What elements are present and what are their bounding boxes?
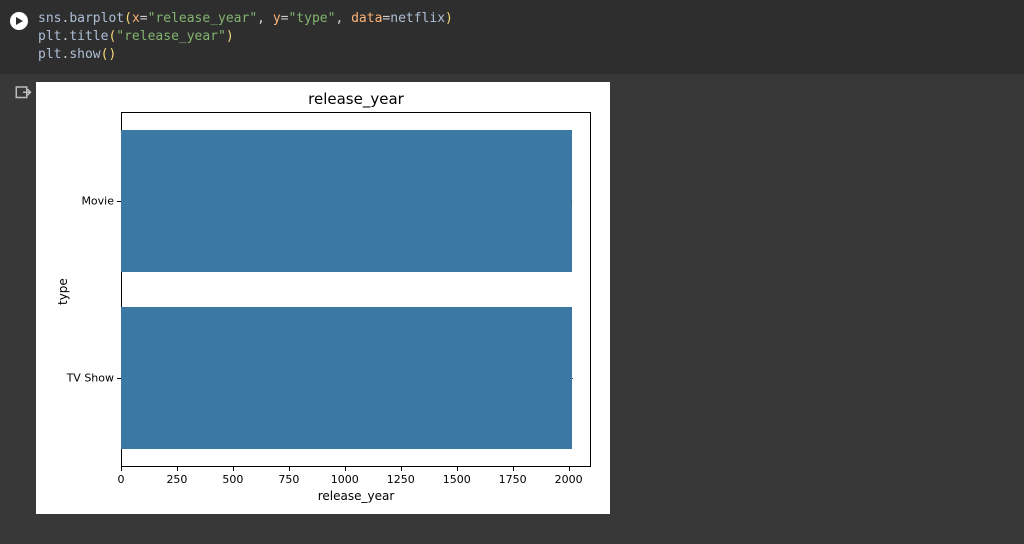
y-tick-label: Movie [66, 194, 114, 207]
x-axis-label: release_year [121, 489, 591, 503]
x-tick-mark [513, 467, 514, 471]
code-token: sns [38, 11, 61, 26]
chart-title: release_year [121, 90, 591, 108]
y-tick-label: TV Show [66, 372, 114, 385]
x-tick-label: 1750 [499, 473, 527, 486]
x-tick-mark [177, 467, 178, 471]
output-icon [14, 84, 32, 102]
error-bar [571, 201, 572, 202]
code-token: plt [38, 29, 61, 44]
x-tick-mark [121, 467, 122, 471]
x-tick-mark [289, 467, 290, 471]
code-editor[interactable]: sns.barplot(x="release_year", y="type", … [38, 10, 453, 64]
x-tick-mark [233, 467, 234, 471]
code-token: barplot [69, 11, 124, 26]
code-token: ) [108, 47, 116, 62]
x-tick-label: 2000 [555, 473, 583, 486]
x-tick-mark [345, 467, 346, 471]
code-token: "type" [288, 11, 335, 26]
code-token: plt [38, 47, 61, 62]
code-token: y [273, 11, 281, 26]
output-row: release_year type release_year 0 250 500 75… [0, 74, 1024, 514]
code-token: "release_year" [148, 11, 258, 26]
code-token: ( [124, 11, 132, 26]
code-token: ) [445, 11, 453, 26]
y-axis-label: type [56, 278, 70, 305]
code-token: , [335, 11, 351, 26]
bar [121, 307, 572, 449]
x-tick-label: 1000 [331, 473, 359, 486]
code-token: ) [226, 29, 234, 44]
run-button[interactable] [10, 12, 28, 30]
x-tick-label: 250 [166, 473, 187, 486]
x-tick-label: 0 [118, 473, 125, 486]
code-token: data [351, 11, 382, 26]
code-token: = [140, 11, 148, 26]
cell-gutter [10, 12, 28, 30]
x-tick-mark [457, 467, 458, 471]
play-icon [14, 16, 24, 26]
x-tick-label: 750 [278, 473, 299, 486]
code-token: , [257, 11, 273, 26]
x-tick-label: 1500 [443, 473, 471, 486]
chart-figure: release_year type release_year 0 250 500 75… [36, 82, 610, 514]
code-cell: sns.barplot(x="release_year", y="type", … [0, 0, 1024, 74]
output-gutter [10, 82, 36, 102]
code-token: title [69, 29, 108, 44]
code-token: show [69, 47, 100, 62]
x-tick-label: 500 [222, 473, 243, 486]
code-token: "release_year" [116, 29, 226, 44]
error-bar [572, 378, 573, 379]
code-token: netflix [390, 11, 445, 26]
bar [121, 130, 572, 272]
notebook: sns.barplot(x="release_year", y="type", … [0, 0, 1024, 544]
x-tick-mark [401, 467, 402, 471]
code-token: x [132, 11, 140, 26]
x-tick-label: 1250 [387, 473, 415, 486]
x-tick-mark [569, 467, 570, 471]
